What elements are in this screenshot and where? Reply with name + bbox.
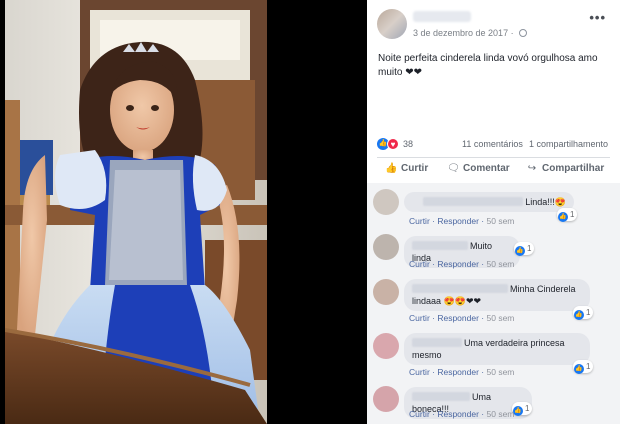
post-header: 3 de dezembro de 2017 · ••• [367, 0, 620, 40]
commenter-avatar[interactable] [373, 386, 399, 412]
thumbs-up-icon: 👍 [385, 163, 398, 174]
post-date-text: 3 de dezembro de 2017 [413, 28, 509, 38]
comment-like-count: 1 [586, 308, 591, 317]
commenter-name-redacted[interactable] [412, 284, 508, 293]
thumbs-up-icon: 👍 [515, 246, 525, 256]
comment-bubble: Linda!!!😍 [404, 192, 574, 212]
share-label: Compartilhar [542, 163, 605, 174]
comments-count[interactable]: 11 comentários [462, 139, 523, 149]
reactions-bar[interactable]: 👍 ♥ 38 11 comentários 1 compartilhamento [377, 137, 617, 151]
comment-reply-link[interactable]: Responder [437, 313, 479, 323]
comment-meta: Curtir · Responder · 50 sem [409, 367, 515, 377]
share-button[interactable]: ↪ Compartilhar [526, 163, 604, 174]
commenter-avatar[interactable] [373, 279, 399, 305]
comment-like-count: 1 [525, 404, 530, 413]
like-button[interactable]: 👍 Curtir [385, 163, 428, 174]
comment-time[interactable]: 50 sem [487, 313, 515, 323]
comment-like-link[interactable]: Curtir [409, 216, 430, 226]
comment-like-count: 1 [527, 244, 532, 253]
thumbs-up-icon: 👍 [574, 364, 584, 374]
comment-time[interactable]: 50 sem [487, 409, 515, 419]
comment-reply-link[interactable]: Responder [437, 367, 479, 377]
comment-button[interactable]: 🗨 Comentar [447, 163, 510, 174]
comment-bubble: Uma verdadeira princesa mesmo [404, 333, 590, 365]
comment-like-link[interactable]: Curtir [409, 367, 430, 377]
comments-list: Linda!!!😍 👍 1 Curtir · Responder · 50 sem… [367, 183, 620, 424]
comment-like-badge[interactable]: 👍 1 [512, 402, 533, 416]
post-actions: 👍 Curtir 🗨 Comentar ↪ Compartilhar [367, 160, 620, 182]
share-icon: ↪ [527, 163, 537, 174]
thumbs-up-icon: 👍 [513, 406, 523, 416]
post-caption: Noite perfeita cinderela linda vovó orgu… [378, 53, 598, 78]
post-panel: 3 de dezembro de 2017 · ••• Noite perfei… [367, 0, 620, 424]
comment-text: Linda!!!😍 [525, 197, 566, 207]
author-avatar[interactable] [377, 9, 407, 39]
commenter-name-redacted[interactable] [412, 241, 468, 250]
comment-meta: Curtir · Responder · 50 sem [409, 216, 515, 226]
commenter-avatar[interactable] [373, 189, 399, 215]
reaction-count[interactable]: 38 [403, 139, 413, 149]
comment-like-link[interactable]: Curtir [409, 409, 430, 419]
thumbs-up-icon: 👍 [574, 310, 584, 320]
comment-time[interactable]: 50 sem [487, 259, 515, 269]
commenter-name-redacted[interactable] [412, 392, 470, 401]
post-date[interactable]: 3 de dezembro de 2017 · [413, 28, 528, 38]
comment-meta: Curtir · Responder · 50 sem [409, 313, 515, 323]
photo-image [5, 0, 267, 424]
comment-like-badge[interactable]: 👍 1 [557, 208, 578, 222]
author-name-redacted[interactable] [413, 11, 471, 22]
comment-reply-link[interactable]: Responder [437, 259, 479, 269]
comment-label: Comentar [463, 163, 510, 174]
shares-count[interactable]: 1 compartilhamento [529, 139, 608, 149]
comment-meta: Curtir · Responder · 50 sem [409, 409, 515, 419]
comment-like-count: 1 [586, 362, 591, 371]
photo-viewer: 3 de dezembro de 2017 · ••• Noite perfei… [0, 0, 620, 424]
like-label: Curtir [401, 163, 429, 174]
comment-bubble: Minha Cinderela lindaaa 😍😍❤❤ [404, 279, 590, 311]
comment-time[interactable]: 50 sem [487, 367, 515, 377]
globe-icon [519, 29, 528, 37]
comment-like-badge[interactable]: 👍 1 [573, 360, 594, 374]
comment-meta: Curtir · Responder · 50 sem [409, 259, 515, 269]
commenter-name-redacted[interactable] [423, 197, 524, 206]
commenter-name-redacted[interactable] [412, 338, 462, 347]
commenter-avatar[interactable] [373, 333, 399, 359]
heart-icon: ♥ [387, 138, 399, 150]
comment-icon: 🗨 [447, 163, 460, 174]
thumbs-up-icon: 👍 [558, 212, 568, 222]
comment-time[interactable]: 50 sem [487, 216, 515, 226]
comment-like-link[interactable]: Curtir [409, 313, 430, 323]
comment-like-link[interactable]: Curtir [409, 259, 430, 269]
post-photo[interactable] [5, 0, 267, 424]
comment-like-badge[interactable]: 👍 1 [573, 306, 594, 320]
comment-reply-link[interactable]: Responder [437, 216, 479, 226]
more-dots-icon[interactable]: ••• [589, 10, 606, 25]
comment-reply-link[interactable]: Responder [437, 409, 479, 419]
comment-like-count: 1 [570, 210, 575, 219]
comment-like-badge[interactable]: 👍 1 [514, 242, 535, 256]
commenter-avatar[interactable] [373, 234, 399, 260]
divider [377, 157, 610, 158]
